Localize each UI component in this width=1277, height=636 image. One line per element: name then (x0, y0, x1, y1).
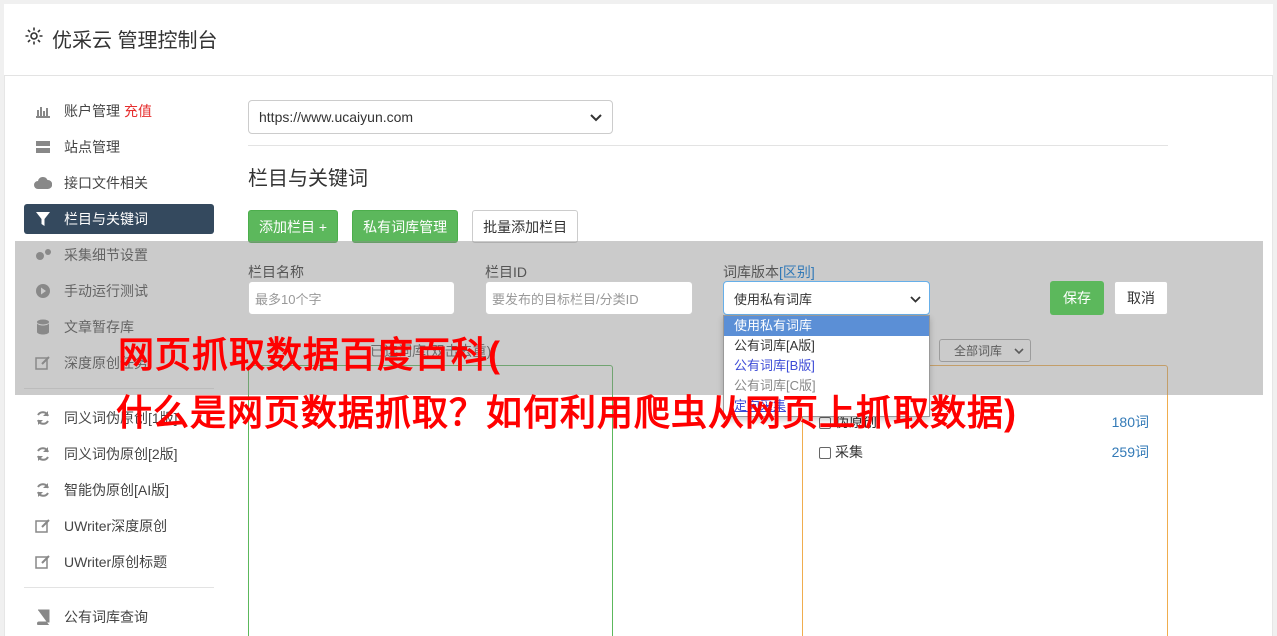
sidebar-item-label: 公有词库查询 (64, 609, 148, 625)
dropdown-option[interactable]: 公有词库[B版] (724, 356, 929, 376)
library-count: 259词 (1111, 444, 1149, 460)
column-id-input[interactable]: 要发布的目标栏目/分类ID (485, 281, 693, 315)
refresh-icon (34, 481, 52, 499)
dict-version-value: 使用私有词库 (734, 291, 813, 307)
column-id-label: 栏目ID (485, 264, 527, 280)
dropdown-option[interactable]: 公有词库[A版] (724, 336, 929, 356)
sidebar-item-columns[interactable]: 栏目与关键词 (24, 204, 214, 234)
column-name-input[interactable]: 最多10个字 (248, 281, 455, 315)
gear-icon (24, 26, 44, 52)
overlay-title-line2: 什么是网页数据抓取？如何利用爬虫从网页上抓取数据) (116, 392, 1017, 433)
filter-icon (34, 210, 52, 228)
main-content: https://www.ucaiyun.com 栏目与关键词 添加栏目 + 私有… (248, 100, 1168, 243)
sidebar-item-ai-rewrite[interactable]: 智能伪原创[AI版] (24, 475, 214, 505)
sidebar-divider (24, 587, 214, 588)
refresh-icon (34, 409, 52, 427)
top-header: 优采云 管理控制台 (4, 4, 1273, 76)
sidebar-item-sites[interactable]: 站点管理 (24, 132, 214, 162)
chevron-down-icon (910, 291, 921, 306)
library-name: 采集 (835, 444, 863, 460)
sidebar-item-uwriter-title[interactable]: UWriter原创标题 (24, 547, 214, 577)
dict-version-label: 词库版本[区别] (723, 262, 815, 282)
sidebar-item-label: UWriter深度原创 (64, 518, 168, 534)
dict-version-select[interactable]: 使用私有词库 (723, 281, 930, 315)
library-count: 180词 (1111, 414, 1149, 430)
bar-chart-icon (34, 102, 52, 120)
divider (248, 145, 1168, 146)
column-name-label: 栏目名称 (248, 264, 304, 280)
sidebar-item-label: 接口文件相关 (64, 175, 148, 191)
library-item[interactable]: 采集 259词 (819, 442, 1149, 462)
chevron-down-icon (590, 109, 602, 125)
library-checkbox[interactable] (819, 447, 831, 460)
add-column-button[interactable]: 添加栏目 + (248, 210, 339, 243)
refresh-icon (34, 445, 52, 463)
recharge-link[interactable]: 充值 (124, 101, 152, 121)
cancel-button[interactable]: 取消 (1114, 281, 1168, 315)
cloud-upload-icon (34, 174, 52, 192)
sidebar-item-label: UWriter原创标题 (64, 554, 168, 570)
sidebar-item-synonym-v2[interactable]: 同义词伪原创[2版] (24, 439, 214, 469)
edit-icon (34, 553, 52, 571)
server-icon (34, 138, 52, 156)
sidebar-item-public-dict[interactable]: 公有词库查询 (24, 602, 214, 632)
batch-add-button[interactable]: 批量添加栏目 (472, 210, 579, 243)
private-library-button[interactable]: 私有词库管理 (352, 210, 459, 243)
sidebar-item-label: 同义词伪原创[2版] (64, 446, 178, 462)
edit-icon (34, 517, 52, 535)
sidebar-item-label: 智能伪原创[AI版] (64, 482, 170, 498)
sidebar-item-label: 账户管理 (64, 103, 120, 119)
action-buttons: 添加栏目 + 私有词库管理 批量添加栏目 (248, 210, 579, 243)
dropdown-option[interactable]: 使用私有词库 (724, 316, 929, 336)
overlay-title-line1: 网页抓取数据百度百科( (118, 334, 501, 375)
sidebar-item-label: 站点管理 (64, 139, 120, 155)
dict-difference-link[interactable]: [区别] (779, 264, 815, 280)
brand[interactable]: 优采云 管理控制台 (24, 24, 218, 53)
site-select-value: https://www.ucaiyun.com (259, 109, 414, 125)
app-title: 优采云 管理控制台 (52, 30, 218, 52)
book-icon (34, 608, 52, 626)
sidebar-item-label: 栏目与关键词 (64, 211, 148, 227)
save-button[interactable]: 保存 (1050, 281, 1104, 315)
dict-version-text: 词库版本 (723, 264, 779, 280)
sidebar-item-account[interactable]: 账户管理 充值 (24, 96, 214, 126)
sidebar-item-interface[interactable]: 接口文件相关 (24, 168, 214, 198)
site-select[interactable]: https://www.ucaiyun.com (248, 100, 613, 134)
sidebar-item-uwriter-deep[interactable]: UWriter深度原创 (24, 511, 214, 541)
section-title: 栏目与关键词 (248, 168, 368, 190)
